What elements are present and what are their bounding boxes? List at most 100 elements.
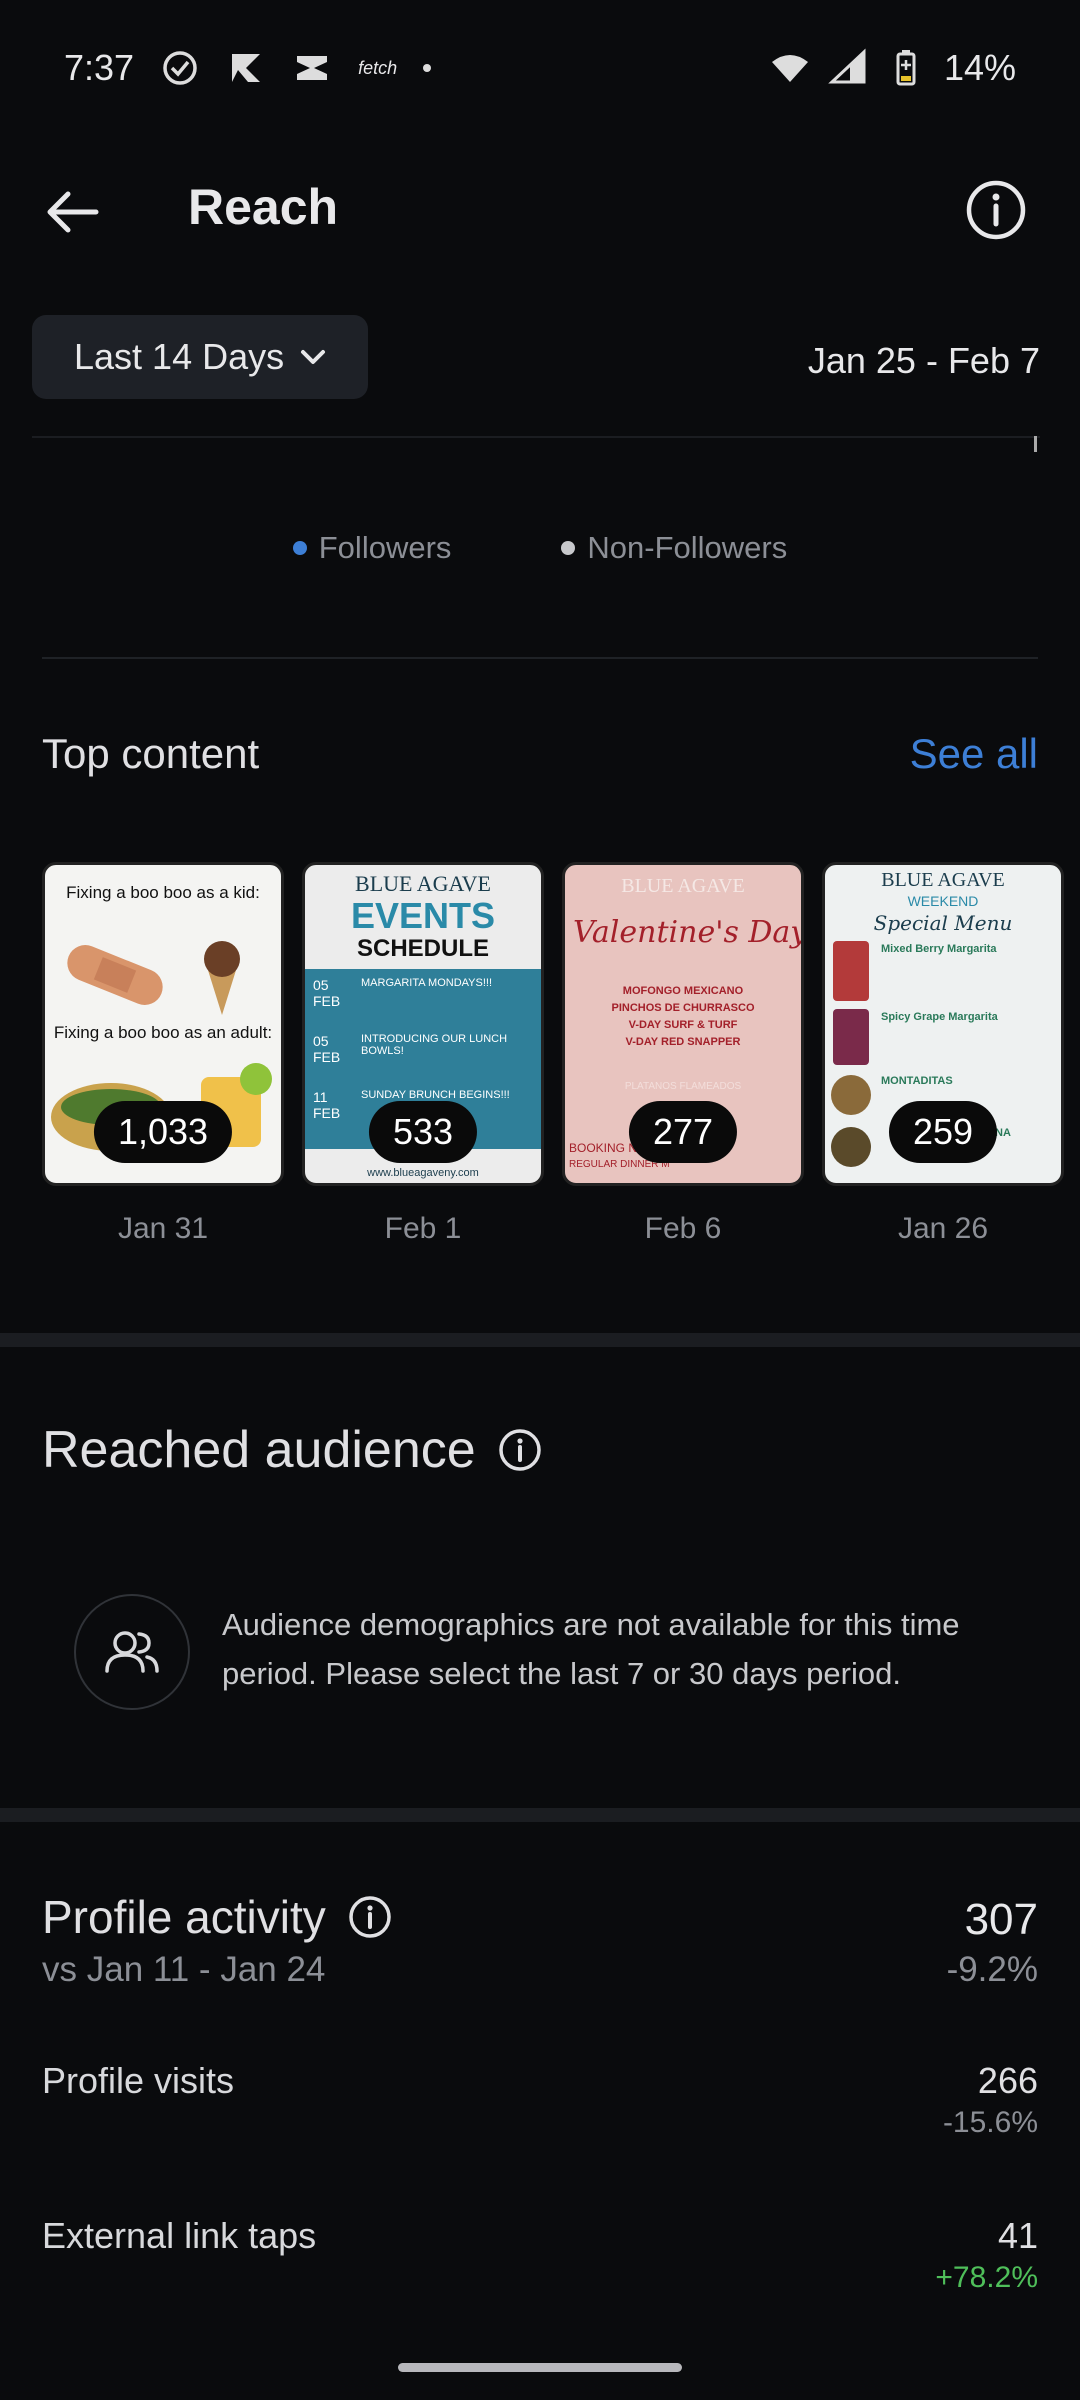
- status-bar: 7:37 fetch 14%: [0, 0, 1080, 136]
- followers-dot: [292, 541, 307, 555]
- menu-item: V-DAY RED SNAPPER: [625, 1036, 741, 1048]
- legend-followers-label: Followers: [318, 530, 452, 565]
- website-text: www.blueagaveny.com: [367, 1167, 479, 1179]
- home-indicator[interactable]: [398, 2363, 682, 2372]
- section-divider: [0, 1808, 1080, 1822]
- reached-audience-header: Reached audience: [42, 1420, 542, 1480]
- menu-item: V-DAY SURF & TURF: [628, 1019, 738, 1031]
- brand-text: BLUE AGAVE: [881, 869, 1005, 891]
- check-circle-icon: [163, 51, 197, 85]
- header-divider: [32, 436, 1040, 438]
- events-heading: EVENTS: [350, 895, 496, 936]
- schedule-row: 05 FEB: [313, 1033, 340, 1065]
- info-icon[interactable]: [348, 1895, 392, 1939]
- schedule-row: 05 FEB: [313, 977, 340, 1009]
- post-date: Jan 26: [897, 1212, 989, 1245]
- menu-item: PINCHOS DE CHURRASCO: [611, 1002, 755, 1014]
- post-date: Feb 1: [384, 1212, 462, 1245]
- row-month: FEB: [313, 1049, 341, 1065]
- chart-tick-mark: [1034, 436, 1037, 452]
- valentines-script: Valentine's Day Me: [573, 915, 804, 950]
- legend-followers: Followers: [292, 530, 452, 566]
- post-thumbnail[interactable]: Fixing a boo boo as a kid: Fixing a boo …: [42, 862, 284, 1186]
- top-content-item[interactable]: BLUE AGAVE Valentine's Day Me MOFONGO ME…: [562, 862, 804, 1246]
- date-range-dropdown[interactable]: Last 14 Days: [32, 315, 368, 399]
- audience-unavailable-message: Audience demographics are not available …: [222, 1607, 960, 1691]
- date-range-text: Jan 25 - Feb 7: [807, 340, 1040, 381]
- profile-activity-compare: vs Jan 11 - Jan 24: [42, 1950, 326, 1989]
- reached-audience-title: Reached audience: [42, 1421, 476, 1479]
- date-range-label: Last 14 Days: [74, 336, 285, 377]
- reach-count-pill: 259: [888, 1101, 998, 1163]
- bandage-and-icecream-image: [67, 941, 240, 1015]
- more-notifications-dot: [423, 64, 432, 72]
- reach-count-pill: 1,033: [93, 1101, 233, 1163]
- post-date: Feb 6: [644, 1212, 722, 1245]
- people-icon: [105, 1631, 159, 1673]
- schedule-row: 11 FEB: [313, 1089, 340, 1121]
- legend-non-followers: Non-Followers: [561, 530, 787, 566]
- wifi-icon: [771, 55, 808, 82]
- top-content-item[interactable]: Fixing a boo boo as a kid: Fixing a boo …: [42, 862, 284, 1246]
- post-thumbnail[interactable]: BLUE AGAVE Valentine's Day Me MOFONGO ME…: [562, 862, 804, 1186]
- cell-signal-icon: [828, 48, 866, 84]
- profile-visits-change: -15.6%: [942, 2106, 1038, 2139]
- brand-text: BLUE AGAVE: [621, 875, 745, 897]
- brand-text: BLUE AGAVE: [355, 871, 491, 896]
- fetch-app-icon: fetch: [358, 57, 398, 78]
- profile-visits-label: Profile visits: [42, 2060, 235, 2101]
- menu-item: Mixed Berry Margarita: [881, 943, 997, 955]
- reach-count-pill: 277: [628, 1101, 738, 1163]
- battery-percent: 14%: [943, 47, 1016, 88]
- reach-count-pill: 533: [368, 1101, 478, 1163]
- thumb-text-top: Fixing a boo boo as a kid:: [66, 883, 260, 902]
- row-month: FEB: [313, 993, 341, 1009]
- status-left: 7:37 fetch: [64, 47, 432, 89]
- special-menu-script: Special Menu: [873, 911, 1013, 935]
- back-arrow-icon[interactable]: [40, 180, 104, 244]
- row-title: MARGARITA MONDAYS!!!: [361, 977, 492, 989]
- profile-visits-value: 266: [977, 2060, 1038, 2101]
- top-content-item[interactable]: BLUE AGAVE WEEKEND Special Menu Mixed Be…: [822, 862, 1064, 1246]
- row-month: FEB: [313, 1105, 341, 1121]
- top-content-list: Fixing a boo boo as a kid: Fixing a boo …: [42, 862, 1064, 1246]
- page-title: Reach: [188, 179, 339, 235]
- profile-activity-title: Profile activity: [42, 1891, 326, 1943]
- external-link-taps-label: External link taps: [42, 2215, 317, 2256]
- status-time: 7:37: [64, 47, 135, 88]
- post-date: Jan 31: [117, 1212, 209, 1245]
- see-all-link[interactable]: See all: [910, 730, 1038, 778]
- profile-activity-header: Profile activity: [42, 1890, 392, 1944]
- menu-item: MONTADITAS: [881, 1075, 953, 1087]
- top-content-title: Top content: [42, 730, 260, 777]
- chevron-down-icon: [301, 350, 326, 364]
- external-link-taps-change: +78.2%: [935, 2261, 1038, 2294]
- menu-item: MOFONGO MEXICANO: [622, 985, 744, 997]
- info-icon[interactable]: [498, 1428, 542, 1472]
- battery-icon: [896, 50, 916, 86]
- menu-list: MOFONGO MEXICANO PINCHOS DE CHURRASCO V-…: [565, 983, 801, 1051]
- menu-item: NA: [995, 1127, 1011, 1139]
- non-followers-dot: [561, 541, 576, 555]
- info-icon[interactable]: [964, 178, 1028, 242]
- post-thumbnail[interactable]: BLUE AGAVE EVENTS SCHEDULE 05 FEB MARGAR…: [302, 862, 544, 1186]
- menu-item: Spicy Grape Margarita: [881, 1011, 998, 1023]
- profile-activity-change: -9.2%: [946, 1950, 1038, 1989]
- menu-extra: PLATANOS FLAMEADOS: [624, 1081, 742, 1092]
- weekend-text: WEEKEND: [907, 893, 979, 909]
- status-right: 14%: [770, 47, 1016, 89]
- row-title: INTRODUCING OUR LUNCH BOWLS!: [361, 1033, 508, 1057]
- kraken-app-icon: [232, 54, 261, 82]
- legend-divider: [42, 657, 1038, 659]
- app-header: Reach: [0, 150, 1080, 270]
- row-day: 05: [313, 1033, 329, 1049]
- row-title: SUNDAY BRUNCH BEGINS!!!: [361, 1089, 510, 1101]
- post-thumbnail[interactable]: BLUE AGAVE WEEKEND Special Menu Mixed Be…: [822, 862, 1064, 1186]
- chart-legend: Followers Non-Followers: [0, 530, 1080, 566]
- top-content-item[interactable]: BLUE AGAVE EVENTS SCHEDULE 05 FEB MARGAR…: [302, 862, 544, 1246]
- section-divider: [0, 1333, 1080, 1347]
- schedule-heading: SCHEDULE: [356, 935, 489, 962]
- capcut-app-icon: [297, 56, 328, 80]
- row-day: 11: [313, 1089, 328, 1105]
- row-day: 05: [313, 977, 329, 993]
